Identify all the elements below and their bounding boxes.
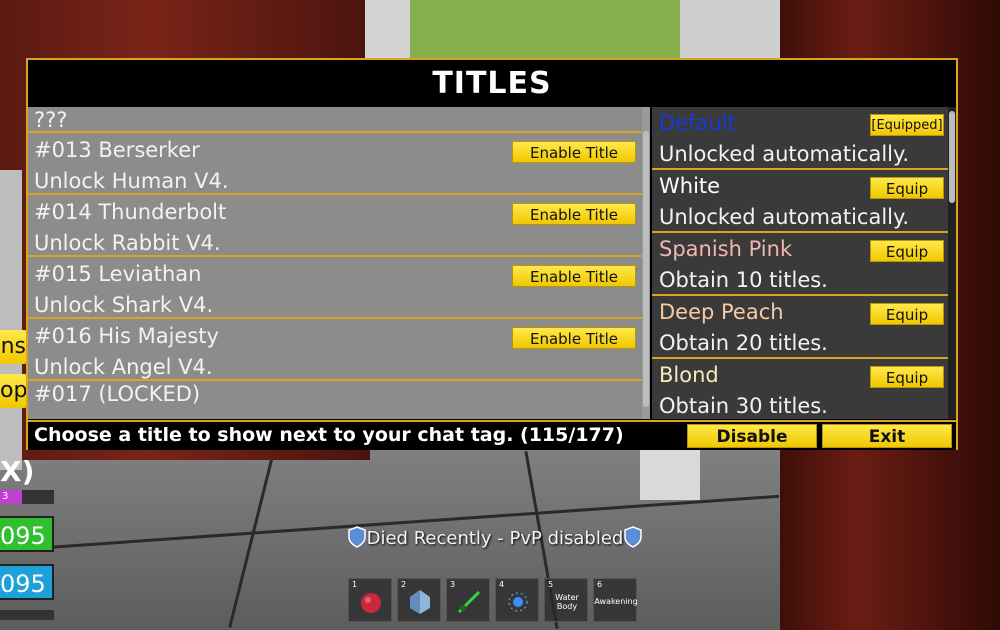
title-name: #017 (LOCKED) — [34, 382, 201, 406]
title-name: #015 Leviathan — [34, 262, 202, 286]
exit-button[interactable]: Exit — [822, 424, 952, 448]
list-item: ??? — [28, 107, 642, 133]
hotbar-slot-1[interactable]: 1 — [348, 578, 392, 622]
list-item: White Unlocked automatically. Equip — [652, 170, 948, 233]
stone-pillar — [0, 170, 22, 470]
color-requirement: Unlocked automatically. — [659, 142, 910, 166]
hotbar-slot-6[interactable]: 6 Awakening — [593, 578, 638, 622]
health-bar: 095 — [0, 516, 54, 552]
titles-list[interactable]: ??? #013 Berserker Unlock Human V4. Enab… — [28, 107, 642, 419]
color-name: Default — [659, 111, 736, 135]
slot-label: Awakening — [594, 597, 638, 606]
side-menu-button[interactable]: ns — [0, 330, 28, 364]
pvp-status: Died Recently - PvP disabled — [340, 526, 650, 549]
colors-scrollbar[interactable] — [948, 107, 956, 419]
titles-window: TITLES ??? #013 Berserker Unlock Human V… — [26, 58, 958, 450]
energy-bar: 095 — [0, 564, 54, 600]
scrollbar-thumb[interactable] — [949, 111, 955, 203]
stamina-bar — [0, 610, 54, 620]
list-item: #013 Berserker Unlock Human V4. Enable T… — [28, 133, 642, 195]
level-label: 3 — [2, 491, 9, 502]
title-colors-list[interactable]: Default Unlocked automatically. [Equippe… — [652, 107, 948, 419]
enable-title-button[interactable]: Enable Title — [512, 327, 636, 349]
enable-title-button[interactable]: Enable Title — [512, 141, 636, 163]
list-item: Default Unlocked automatically. [Equippe… — [652, 107, 948, 170]
hotbar-slot-3[interactable]: 3 — [446, 578, 490, 622]
hud-label: X) — [0, 455, 35, 488]
equipped-badge: [Equipped] — [870, 114, 944, 136]
spark-icon — [508, 592, 528, 612]
title-name: #016 His Majesty — [34, 324, 219, 348]
color-name: Deep Peach — [659, 300, 784, 324]
title-requirement: Unlock Rabbit V4. — [34, 231, 221, 255]
list-item: #016 His Majesty Unlock Angel V4. Enable… — [28, 319, 642, 381]
list-item: #015 Leviathan Unlock Shark V4. Enable T… — [28, 257, 642, 319]
shield-icon — [624, 526, 643, 548]
color-name: White — [659, 174, 721, 198]
title-requirement: Unlock Angel V4. — [34, 355, 213, 379]
list-item: #014 Thunderbolt Unlock Rabbit V4. Enabl… — [28, 195, 642, 257]
titles-scrollbar[interactable] — [642, 107, 650, 419]
enable-title-button[interactable]: Enable Title — [512, 203, 636, 225]
equip-button[interactable]: Equip — [870, 240, 944, 262]
title-name: #014 Thunderbolt — [34, 200, 227, 224]
title-name: ??? — [34, 108, 68, 132]
list-item: Deep Peach Obtain 20 titles. Equip — [652, 296, 948, 359]
disable-button[interactable]: Disable — [687, 424, 817, 448]
status-text: Died Recently - PvP disabled — [366, 528, 624, 549]
color-name: Blond — [659, 363, 719, 387]
enable-title-button[interactable]: Enable Title — [512, 265, 636, 287]
grass-area — [410, 0, 680, 60]
window-title: TITLES — [432, 66, 552, 101]
color-requirement: Unlocked automatically. — [659, 205, 910, 229]
slot-label: Water Body — [555, 593, 579, 611]
fruit-icon — [361, 593, 381, 613]
hotbar-slot-5[interactable]: 5 Water Body — [544, 578, 588, 622]
stone-pillar — [640, 445, 700, 500]
color-name: Spanish Pink — [659, 237, 793, 261]
list-item: #017 (LOCKED) — [28, 381, 642, 407]
list-item: Blond Obtain 30 titles. Equip — [652, 359, 948, 419]
crystal-icon — [410, 590, 430, 614]
list-item: Spanish Pink Obtain 10 titles. Equip — [652, 233, 948, 296]
equip-button[interactable]: Equip — [870, 366, 944, 388]
hotbar-slot-4[interactable]: 4 — [495, 578, 539, 622]
equip-button[interactable]: Equip — [870, 177, 944, 199]
instruction-text: Choose a title to show next to your chat… — [34, 424, 624, 446]
color-requirement: Obtain 30 titles. — [659, 394, 828, 418]
level-bar: 3 — [0, 490, 54, 504]
title-requirement: Unlock Human V4. — [34, 169, 229, 193]
color-requirement: Obtain 10 titles. — [659, 268, 828, 292]
hotbar-slot-2[interactable]: 2 — [397, 578, 441, 622]
title-requirement: Unlock Shark V4. — [34, 293, 214, 317]
scrollbar-thumb[interactable] — [643, 131, 649, 407]
shield-icon — [347, 526, 366, 548]
side-menu-button[interactable]: op — [0, 374, 28, 408]
window-footer: Choose a title to show next to your chat… — [28, 420, 956, 450]
title-name: #013 Berserker — [34, 138, 200, 162]
color-requirement: Obtain 20 titles. — [659, 331, 828, 355]
sword-icon — [457, 590, 481, 614]
stone-block — [680, 0, 780, 60]
equip-button[interactable]: Equip — [870, 303, 944, 325]
